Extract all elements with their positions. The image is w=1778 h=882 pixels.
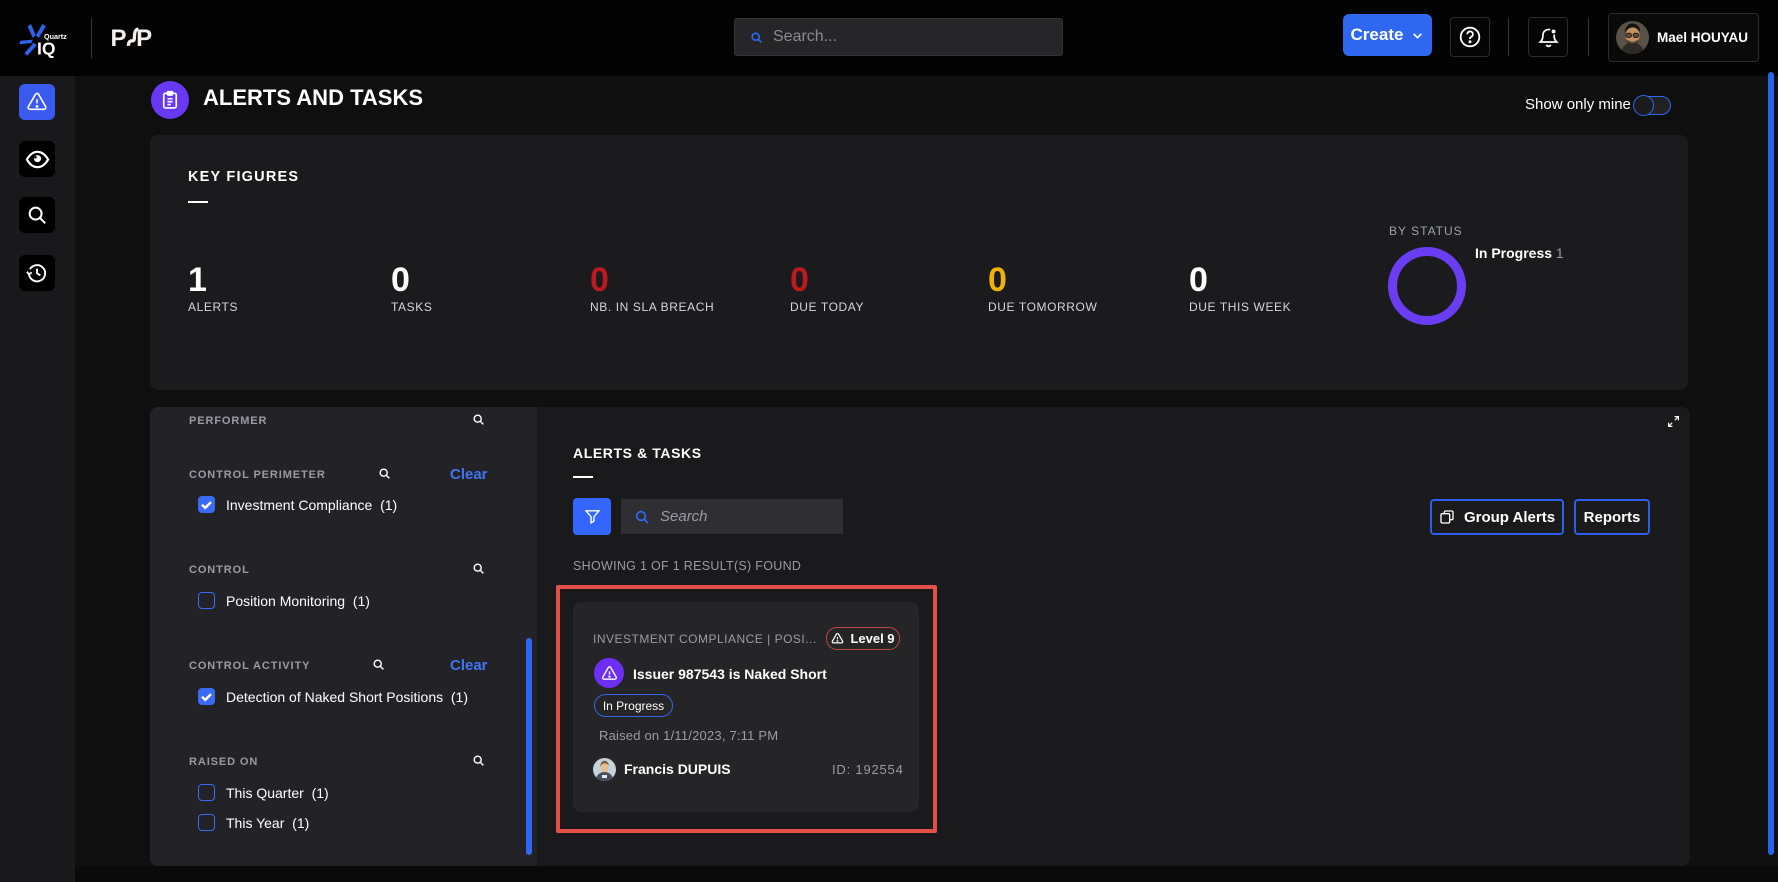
- svg-text:IQ: IQ: [37, 39, 55, 59]
- svg-text:P: P: [136, 25, 152, 52]
- svg-text:P: P: [111, 25, 127, 52]
